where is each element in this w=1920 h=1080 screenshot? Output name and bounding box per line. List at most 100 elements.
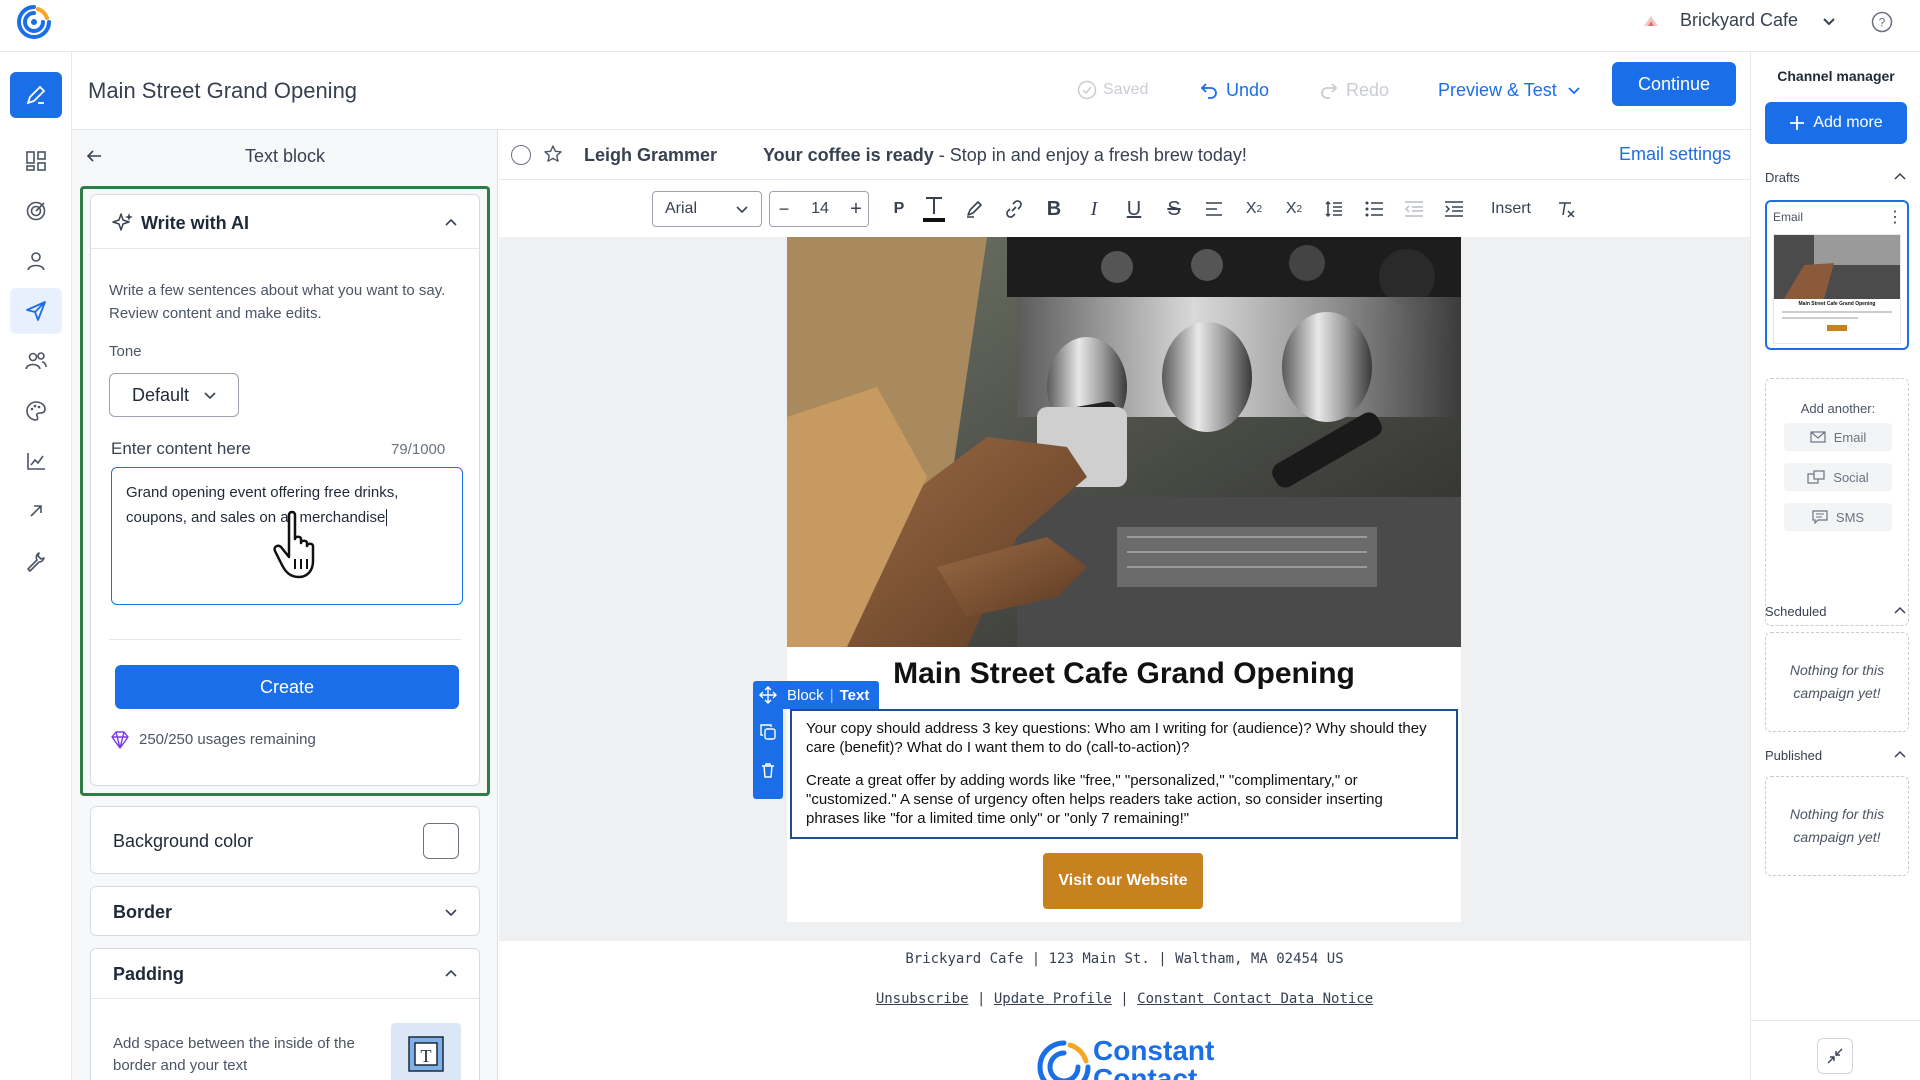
hero-image-espresso-machine[interactable]: [787, 237, 1461, 647]
collapse-panel-icon[interactable]: [1817, 1038, 1853, 1074]
ai-card-header[interactable]: Write with AI: [91, 195, 479, 249]
font-size-value[interactable]: 14: [798, 192, 842, 226]
link-icon[interactable]: [999, 189, 1029, 229]
reports-chart-icon[interactable]: [10, 438, 62, 484]
block-actions: [753, 709, 783, 799]
contact-icon[interactable]: [10, 238, 62, 284]
subscript-icon[interactable]: X2: [1279, 189, 1309, 229]
draft-email-card[interactable]: Email ⋮ Main Street Cafe Grand Opening: [1765, 200, 1909, 350]
channel-manager-title: Channel manager: [1777, 68, 1895, 84]
strikethrough-icon[interactable]: S: [1159, 189, 1189, 229]
add-social-button[interactable]: Social: [1784, 463, 1892, 491]
trash-icon[interactable]: [753, 757, 783, 783]
chevron-up-icon[interactable]: [441, 964, 461, 984]
tone-select[interactable]: Default: [109, 373, 239, 417]
underline-icon[interactable]: U: [1119, 189, 1149, 229]
redo-button[interactable]: Redo: [1320, 72, 1389, 108]
diamond-icon: [109, 729, 131, 751]
chevron-up-icon[interactable]: [1891, 602, 1909, 620]
draft-thumbnail-button: [1827, 325, 1847, 331]
text-color-icon[interactable]: [919, 189, 949, 229]
format-toolbar: Arial − 14 + P B I U S X2 X2 Insert: [499, 181, 1750, 237]
text-paragraph-1[interactable]: Your copy should address 3 key questions…: [806, 719, 1436, 757]
draft-thumbnail-image: [1774, 235, 1900, 299]
email-settings-link[interactable]: Email settings: [1619, 144, 1731, 165]
constant-contact-logo-icon[interactable]: [14, 2, 54, 42]
published-empty-state: Nothing for this campaign yet!: [1765, 776, 1909, 876]
footer-link-separator: |: [976, 991, 994, 1007]
text-paragraph-2[interactable]: Create a great offer by adding words lik…: [806, 771, 1436, 828]
email-headline[interactable]: Main Street Cafe Grand Opening: [787, 657, 1461, 691]
create-edit-icon[interactable]: [10, 72, 62, 118]
account-name[interactable]: Brickyard Cafe: [1680, 10, 1798, 34]
palette-icon[interactable]: [10, 388, 62, 434]
footer-links: Unsubscribe | Update Profile | Constant …: [499, 991, 1750, 1007]
text-padding-icon[interactable]: T: [391, 1023, 461, 1080]
panel-title: Text block: [244, 146, 326, 166]
create-button[interactable]: Create: [115, 665, 459, 709]
padding-header[interactable]: Padding: [91, 949, 479, 999]
border-section[interactable]: Border: [90, 886, 480, 936]
more-options-icon[interactable]: ⋮: [1887, 208, 1903, 226]
campaigns-send-icon[interactable]: [10, 288, 62, 334]
contacts-group-icon[interactable]: [10, 338, 62, 384]
bulleted-list-icon[interactable]: [1359, 189, 1389, 229]
align-icon[interactable]: [1199, 189, 1229, 229]
chevron-up-icon[interactable]: [441, 213, 461, 233]
svg-text:?: ?: [1879, 16, 1886, 30]
superscript-icon[interactable]: X2: [1239, 189, 1269, 229]
chevron-up-icon[interactable]: [1891, 168, 1909, 186]
border-label: Border: [113, 902, 173, 922]
help-icon[interactable]: ?: [1870, 10, 1894, 34]
insert-button[interactable]: Insert: [1481, 189, 1541, 229]
target-icon[interactable]: [10, 188, 62, 234]
text-block-content[interactable]: Your copy should address 3 key questions…: [806, 719, 1436, 842]
chevron-down-icon: [1568, 87, 1580, 95]
plus-icon[interactable]: +: [842, 192, 870, 226]
add-sms-button[interactable]: SMS: [1784, 503, 1892, 531]
email-canvas: Arial − 14 + P B I U S X2 X2 Insert Main…: [499, 181, 1750, 1080]
update-profile-link[interactable]: Update Profile: [994, 991, 1112, 1007]
subject-line: Your coffee is ready - Stop in and enjoy…: [763, 145, 1247, 166]
block-label: Block: [787, 686, 824, 704]
add-email-button[interactable]: Email: [1784, 423, 1892, 451]
unsubscribe-link[interactable]: Unsubscribe: [876, 991, 969, 1007]
continue-button[interactable]: Continue: [1612, 62, 1736, 106]
selected-text-block[interactable]: Your copy should address 3 key questions…: [790, 709, 1458, 839]
account-logo-icon: [1640, 10, 1662, 32]
paragraph-format-button[interactable]: P: [887, 189, 911, 229]
line-height-icon[interactable]: [1319, 189, 1349, 229]
select-radio[interactable]: [511, 145, 531, 165]
visit-website-button[interactable]: Visit our Website: [1043, 853, 1203, 909]
indent-icon[interactable]: [1439, 189, 1469, 229]
outdent-icon[interactable]: [1399, 189, 1429, 229]
font-family-select[interactable]: Arial: [652, 191, 762, 227]
block-type-tab[interactable]: Block | Text: [753, 681, 879, 709]
background-color-swatch[interactable]: [423, 823, 459, 859]
add-more-button[interactable]: Add more: [1765, 102, 1907, 144]
padding-label: Padding: [113, 964, 184, 984]
chevron-up-icon[interactable]: [1891, 746, 1909, 764]
italic-icon[interactable]: I: [1079, 189, 1109, 229]
star-icon[interactable]: [543, 144, 565, 166]
data-notice-link[interactable]: Constant Contact Data Notice: [1137, 991, 1373, 1007]
undo-button[interactable]: Undo: [1200, 72, 1269, 108]
text-cursor: ​: [386, 509, 388, 526]
footer-logo-text: Constant Contact: [1093, 1037, 1214, 1080]
preview-test-dropdown[interactable]: Preview & Test: [1438, 72, 1581, 108]
highlighter-icon[interactable]: [959, 189, 989, 229]
bold-icon[interactable]: B: [1039, 189, 1069, 229]
redo-icon: [1321, 83, 1338, 99]
move-icon[interactable]: [753, 686, 783, 704]
dashboard-icon[interactable]: [10, 138, 62, 184]
clear-format-icon[interactable]: [1551, 189, 1581, 229]
write-with-ai-card: Write with AI Write a few sentences abou…: [90, 194, 480, 786]
email-header-bar: Leigh Grammer Your coffee is ready - Sto…: [499, 130, 1750, 180]
duplicate-icon[interactable]: [753, 719, 783, 745]
divider: [109, 639, 461, 640]
minus-icon[interactable]: −: [770, 192, 798, 226]
tools-wrench-icon[interactable]: [10, 538, 62, 584]
chevron-down-icon[interactable]: [1818, 10, 1840, 32]
integrations-arrow-icon[interactable]: [10, 488, 62, 534]
chevron-down-icon[interactable]: [441, 902, 461, 922]
